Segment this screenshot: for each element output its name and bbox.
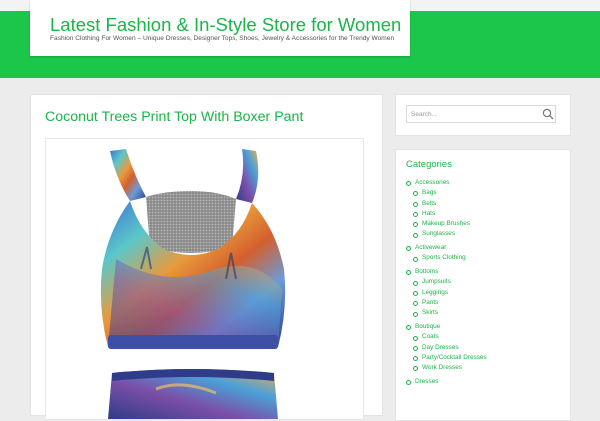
subcategory-link[interactable]: Work Dresses [422,364,462,371]
subcategory-item[interactable]: Leggings [406,288,487,298]
subcategory-link[interactable]: Coats [422,333,439,340]
categories-title: Categories [406,159,452,170]
bullet-icon [413,356,418,362]
post-title[interactable]: Coconut Trees Print Top With Boxer Pant [45,109,303,125]
bullet-icon [413,290,418,296]
subcategory-link[interactable]: Skirts [422,309,438,316]
bullet-icon [413,311,418,317]
subcategory-item[interactable]: Party/Cocktail Dresses [406,353,487,363]
category-link[interactable]: Accessories [415,179,449,186]
bullet-icon [413,345,418,351]
subcategory-link[interactable]: Day Dresses [422,344,459,351]
product-illustration [100,149,286,419]
post-article: Coconut Trees Print Top With Boxer Pant [30,94,383,420]
subcategory-item[interactable]: Coats [406,332,487,342]
bullet-icon [406,325,411,331]
subcategory-item[interactable]: Work Dresses [406,363,487,373]
category-item[interactable]: Activewear [406,243,487,253]
product-image[interactable] [45,138,364,420]
bullet-icon [413,212,418,218]
site-tagline: Fashion Clothing For Women – Unique Dres… [50,35,395,42]
subcategory-link[interactable]: Jumpsuits [422,278,451,285]
bullet-icon [413,222,418,228]
subcategory-item[interactable]: Skirts [406,308,487,318]
bullet-icon [406,270,411,276]
subcategory-link[interactable]: Makeup Brushes [422,220,470,227]
search-widget [395,94,571,136]
bullet-icon [413,301,418,307]
subcategory-link[interactable]: Party/Cocktail Dresses [422,354,487,361]
category-link[interactable]: Dresses [415,378,438,385]
category-link[interactable]: Bottoms [415,268,438,275]
search-icon[interactable] [542,108,554,120]
bullet-icon [413,335,418,341]
bullet-icon [406,380,411,386]
category-link[interactable]: Activewear [415,244,446,251]
subcategory-link[interactable]: Bags [422,189,437,196]
category-item[interactable]: Bottoms [406,267,487,277]
search-input[interactable] [406,105,556,123]
category-item[interactable]: Accessories [406,178,487,188]
category-item[interactable]: Dresses [406,377,487,387]
categories-list: Accessories Bags Belts Hats Makeup Brushes Su… [406,178,487,387]
category-link[interactable]: Boutique [415,323,440,330]
category-item[interactable]: Boutique [406,322,487,332]
subcategory-item[interactable]: Sports Clothing [406,253,487,263]
subcategory-link[interactable]: Hats [422,210,435,217]
subcategory-item[interactable]: Bags [406,188,487,198]
subcategory-link[interactable]: Leggings [422,289,448,296]
subcategory-item[interactable]: Makeup Brushes [406,219,487,229]
subcategory-link[interactable]: Sports Clothing [422,254,466,261]
site-title[interactable]: Latest Fashion & In-Style Store for Wome… [50,14,401,36]
bullet-icon [413,232,418,238]
subcategory-item[interactable]: Belts [406,199,487,209]
subcategory-item[interactable]: Jumpsuits [406,277,487,287]
bullet-icon [406,181,411,187]
site-header: Latest Fashion & In-Style Store for Wome… [30,0,410,56]
bullet-icon [406,246,411,252]
subcategory-item[interactable]: Pants [406,298,487,308]
subcategory-item[interactable]: Hats [406,209,487,219]
subcategory-link[interactable]: Pants [422,299,438,306]
bullet-icon [413,366,418,372]
bullet-icon [413,256,418,262]
bullet-icon [413,280,418,286]
subcategory-link[interactable]: Sunglasses [422,230,455,237]
bullet-icon [413,201,418,207]
bullet-icon [413,191,418,197]
subcategory-link[interactable]: Belts [422,200,436,207]
subcategory-item[interactable]: Sunglasses [406,229,487,239]
categories-widget: Categories Accessories Bags Belts Hats Makeu… [395,149,571,421]
subcategory-item[interactable]: Day Dresses [406,343,487,353]
